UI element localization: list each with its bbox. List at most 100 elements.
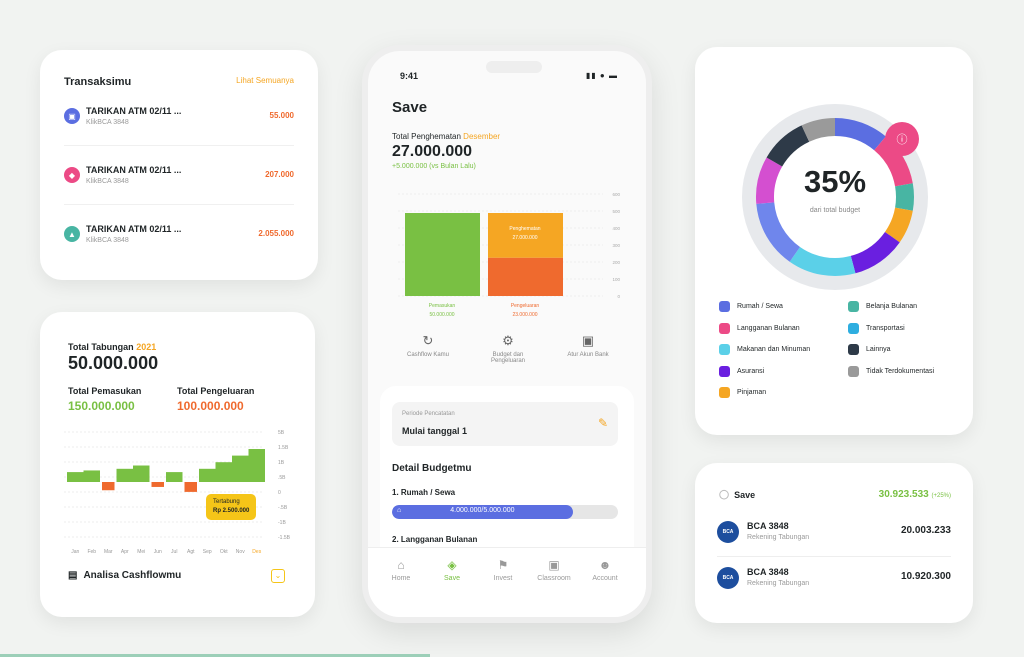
- legend-label: Makanan dan Minuman: [737, 346, 811, 353]
- legend-item: Pinjaman: [719, 387, 766, 398]
- legend-label: Pinjaman: [737, 389, 767, 396]
- month-label: Apr: [121, 549, 129, 555]
- cashflow-bar-positive: [83, 470, 100, 482]
- savings-label: Total Tabungan: [68, 342, 134, 352]
- tab-classroom-label: Classroom: [537, 575, 571, 582]
- alert-icon[interactable]: ⓘ: [885, 122, 919, 156]
- legend-label: Tidak Terdokumentasi: [866, 367, 935, 375]
- income-bar: [405, 213, 480, 296]
- segment-makanan: [789, 246, 856, 276]
- savings-label-row: Total Tabungan 2021: [68, 342, 156, 352]
- cashflow-action-label: Cashflow Kamu: [406, 352, 450, 358]
- legend-item: Makanan dan Minuman: [719, 344, 810, 355]
- tab-save[interactable]: ◈ Save: [427, 558, 477, 582]
- transaction-account: KlikBCA 3848: [86, 119, 129, 126]
- legend-item: Asuransi: [719, 365, 765, 377]
- month-label: Mar: [104, 549, 113, 555]
- y-tick-label: -1B: [278, 520, 286, 526]
- bag-icon: ◆: [64, 167, 80, 183]
- status-icons: ▮▮ ● ▬: [585, 71, 618, 80]
- month-label: Jan: [71, 549, 79, 555]
- y-tick-label: -.5B: [278, 505, 288, 511]
- save-change: (+25%): [931, 493, 951, 499]
- budget-action[interactable]: ⚙ Budget dan Pengeluaran: [478, 333, 538, 364]
- bank-action[interactable]: ▣ Atur Akun Bank: [558, 333, 618, 358]
- cashflow-action[interactable]: ↻ Cashflow Kamu: [398, 333, 458, 358]
- legend-swatch: [719, 301, 730, 312]
- month-label: Des: [252, 549, 261, 555]
- tab-invest[interactable]: ⚑ Invest: [478, 558, 528, 582]
- cashflow-bar-positive: [215, 462, 232, 482]
- account-icon: ☻: [598, 558, 612, 572]
- month-label: Mei: [137, 549, 145, 555]
- cashflow-bar-positive: [232, 455, 249, 482]
- cashflow-bar-negative: [151, 482, 164, 487]
- cashflow-icon: ↻: [422, 333, 434, 348]
- transaction-row[interactable]: ▣ TARIKAN ATM 02/11 ... KlikBCA 3848 55.…: [64, 106, 294, 146]
- tab-account[interactable]: ☻ Account: [580, 558, 630, 582]
- legend-label: Asuransi: [737, 367, 765, 375]
- cashflow-bar-negative: [102, 482, 115, 491]
- legend-swatch: [848, 344, 859, 355]
- legend-swatch: [719, 365, 730, 377]
- classroom-icon: ▣: [548, 558, 560, 572]
- cashflow-tooltip: Tertabung Rp 2.500.000: [206, 494, 257, 520]
- legend-swatch: [848, 301, 859, 312]
- legend-swatch: [848, 365, 859, 377]
- bank-account-row[interactable]: BCA BCA 3848 Rekening Tabungan 20.003.23…: [717, 519, 951, 557]
- y-tick-label: 0: [617, 294, 620, 299]
- bank-account-name: BCA 3848: [747, 521, 789, 531]
- expense-bar: [488, 257, 563, 296]
- y-tick-label: 500: [612, 209, 620, 214]
- save-icon: ◈: [447, 558, 457, 572]
- wallet-icon: ▤: [68, 570, 78, 581]
- total-label-row: Total Penghematan Desember: [392, 132, 500, 141]
- saving-bar-chart: 600 500 400 300 200 100 0 Pemasukan 50.000.000 Pe…: [398, 192, 620, 316]
- transaction-amount: 2.055.000: [258, 229, 294, 238]
- budget-donut-card: 35% dari total budget ⓘ Rumah / Sewa Bela…: [695, 47, 973, 435]
- month-label: Agt: [187, 549, 195, 555]
- bank-account-type: Rekening Tabungan: [747, 580, 810, 587]
- tab-classroom[interactable]: ▣ Classroom: [529, 558, 579, 582]
- budget-action-label: Budget dan Pengeluaran: [490, 352, 526, 364]
- tooltip-value: Rp 2.500.000: [213, 508, 250, 514]
- period-field[interactable]: Periode Pencatatan Mulai tanggal 1 ✎: [392, 402, 618, 446]
- total-label: Total Penghematan: [392, 132, 461, 141]
- cashflow-bar-positive: [67, 472, 84, 482]
- legend-item: Langganan Bulanan: [719, 322, 800, 334]
- quick-actions: ↻ Cashflow Kamu ⚙ Budget dan Pengeluaran…: [388, 333, 628, 383]
- bank-account-row[interactable]: BCA BCA 3848 Rekening Tabungan 10.920.30…: [717, 565, 951, 603]
- y-tick-label: 1B: [278, 460, 285, 466]
- analysis-button[interactable]: ▤ Analisa Cashflowmu: [68, 570, 181, 581]
- savings-card: Total Tabungan 2021 50.000.000 Total Pem…: [40, 312, 315, 617]
- transaction-account: KlikBCA 3848: [86, 178, 129, 185]
- income-value: 50.000.000: [429, 312, 454, 316]
- legend-label: Langganan Bulanan: [737, 324, 800, 332]
- legend-label: Rumah / Sewa: [737, 303, 783, 310]
- bank-account-name: BCA 3848: [747, 567, 789, 577]
- edit-icon[interactable]: ✎: [598, 416, 608, 430]
- legend-item: Transportasi: [848, 322, 905, 334]
- transaction-row[interactable]: ▲ TARIKAN ATM 02/11 ... KlikBCA 3848 2.0…: [64, 224, 294, 264]
- phone-mockup: 9:41 ▮▮ ● ▬ Save Total Penghematan Desem…: [362, 45, 652, 623]
- cashflow-bar-positive: [248, 449, 265, 482]
- transaction-row[interactable]: ◆ TARIKAN ATM 02/11 ... KlikBCA 3848 207…: [64, 165, 294, 205]
- save-total: 30.923.533: [878, 489, 929, 500]
- legend-label: Belanja Bulanan: [866, 303, 917, 310]
- expense-value: 23.000.000: [512, 312, 537, 316]
- y-tick-label: 400: [612, 226, 620, 231]
- invest-icon: ⚑: [497, 558, 509, 572]
- total-saving: 27.000.000: [392, 143, 473, 160]
- month-label: Nov: [236, 549, 245, 555]
- bank-account-amount: 10.920.300: [900, 571, 951, 582]
- bank-account-type: Rekening Tabungan: [747, 534, 810, 541]
- chevron-down-icon[interactable]: ⌄: [271, 569, 285, 583]
- transaction-name: TARIKAN ATM 02/11 ...: [86, 165, 182, 175]
- atm-icon: ▣: [64, 108, 80, 124]
- cashflow-bar-positive: [133, 465, 150, 482]
- segment-rumah: [834, 118, 886, 151]
- tab-home[interactable]: ⌂ Home: [376, 558, 426, 582]
- see-all-link[interactable]: Lihat Semuanya: [236, 76, 294, 88]
- month-label: Feb: [87, 549, 96, 555]
- budget1-title: 1. Rumah / Sewa: [392, 488, 456, 497]
